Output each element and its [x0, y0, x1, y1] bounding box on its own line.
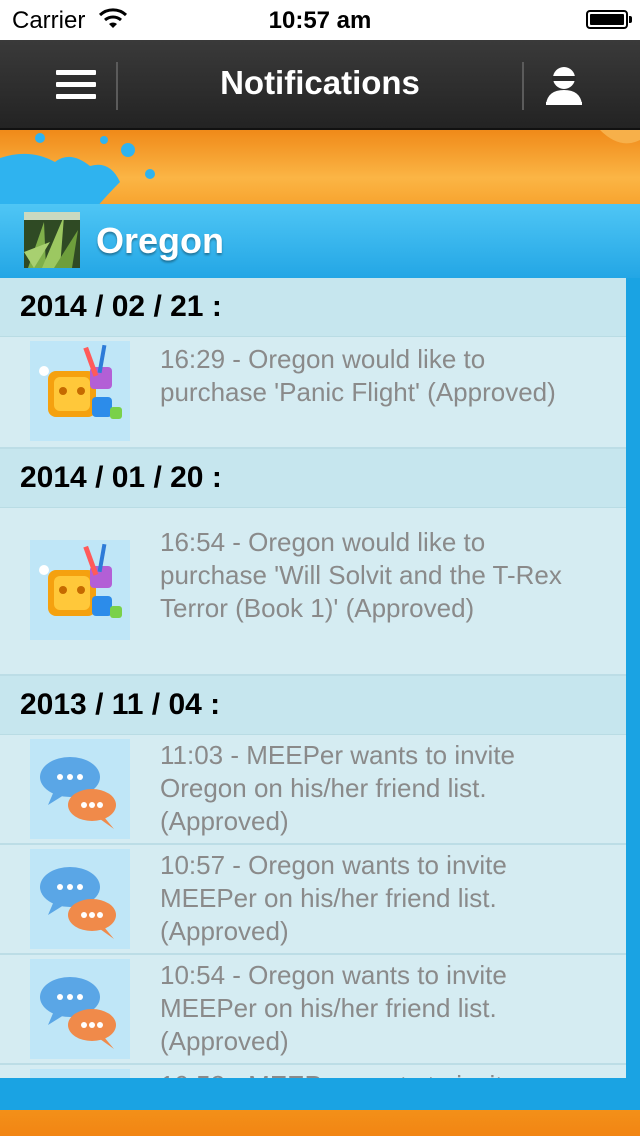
list-item[interactable]: 10:57 - Oregon wants to invite MEEPer on… [0, 845, 626, 955]
list-item[interactable]: 16:29 - Oregon would like to purchase 'P… [0, 337, 626, 449]
paint-splash-graphic [0, 130, 640, 210]
friend-chat-icon [30, 849, 130, 949]
battery-icon [586, 10, 632, 29]
list-item[interactable]: 10:54 - Oregon wants to invite MEEPer on… [0, 955, 626, 1065]
date-header: 2013 / 11 / 04 : [0, 676, 626, 735]
header-splash [0, 130, 640, 210]
app-purchase-icon [30, 341, 130, 441]
notification-text: 16:54 - Oregon would like to purchase 'W… [160, 527, 562, 623]
status-time: 10:57 am [268, 7, 372, 34]
friend-chat-icon [30, 1069, 130, 1078]
friend-chat-icon [30, 739, 130, 839]
user-header: Oregon [0, 204, 640, 278]
notification-list[interactable]: 2014 / 02 / 21 : 16:29 - Oregon would li… [0, 278, 640, 1078]
notification-text: 10:54 - Oregon wants to invite MEEPer on… [160, 960, 507, 1056]
list-item[interactable]: 11:03 - MEEPer wants to invite Oregon on… [0, 735, 626, 845]
list-item[interactable]: 10:53 - MEEPer wants to invite Oregon on… [0, 1065, 626, 1078]
app-purchase-icon [30, 540, 130, 640]
friend-chat-icon [30, 959, 130, 1059]
nav-bar: Notifications [0, 40, 640, 130]
footer-band [0, 1110, 640, 1136]
notification-text: 10:57 - Oregon wants to invite MEEPer on… [160, 850, 507, 946]
user-avatar[interactable] [24, 212, 80, 268]
nav-divider [522, 62, 524, 110]
user-name: Oregon [96, 220, 225, 261]
date-header: 2014 / 01 / 20 : [0, 449, 626, 508]
status-bar: Carrier 10:57 am [0, 0, 640, 40]
notification-text: 16:29 - Oregon would like to purchase 'P… [160, 344, 556, 407]
list-item[interactable]: 16:54 - Oregon would like to purchase 'W… [0, 508, 626, 676]
notification-text: 11:03 - MEEPer wants to invite Oregon on… [160, 740, 516, 836]
date-header: 2014 / 02 / 21 : [0, 278, 626, 337]
notification-text: 10:53 - MEEPer wants to invite Oregon on… [160, 1065, 626, 1078]
profile-icon[interactable] [540, 62, 588, 110]
list-footer-strip [0, 1078, 640, 1110]
